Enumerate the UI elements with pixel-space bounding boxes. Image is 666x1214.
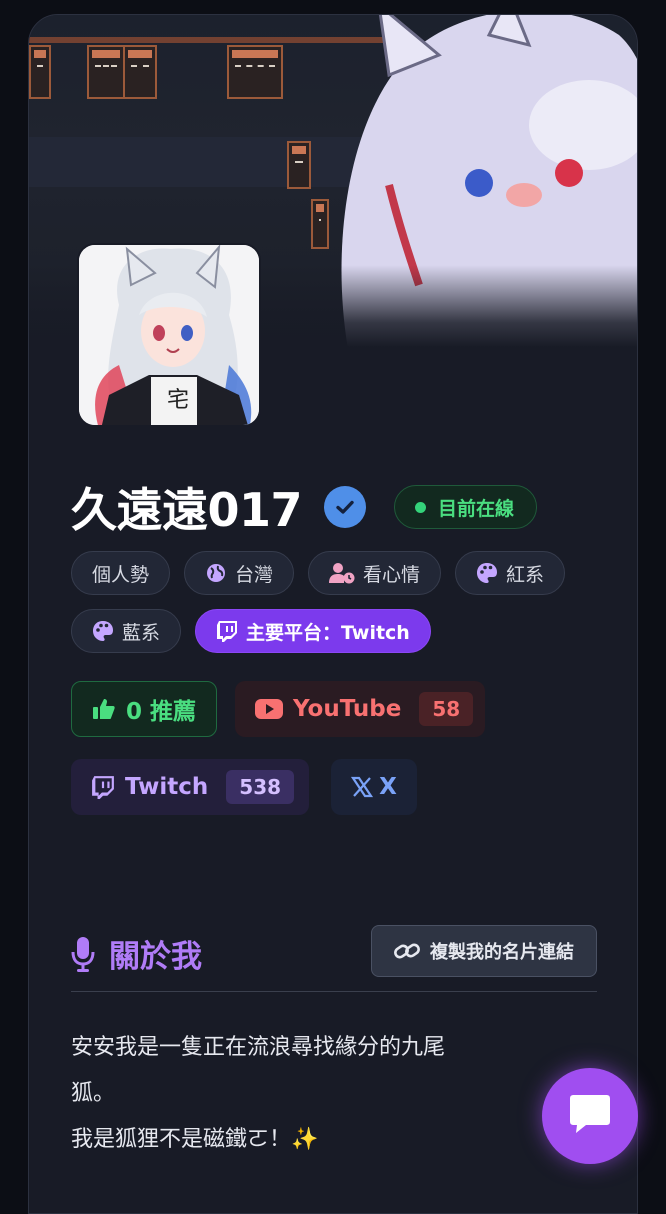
thumbs-up-icon — [92, 697, 116, 721]
avatar-illustration: 宅 — [79, 245, 259, 425]
bio-line: 安安我是一隻正在流浪尋找緣分的九尾 — [71, 1035, 446, 1060]
twitch-icon — [216, 620, 238, 642]
tag-label: 主要平台：Twitch — [246, 621, 410, 644]
social-row: Twitch 538 X — [71, 759, 417, 815]
name-row: 久遠遠017 目前在線 — [71, 477, 538, 537]
action-row: 0 推薦 YouTube 58 — [71, 681, 485, 737]
bio-line: 狐。 — [71, 1081, 116, 1106]
palette-icon — [92, 620, 114, 642]
twitch-follower-count: 538 — [226, 770, 295, 804]
tag-label: 紅系 — [506, 563, 545, 586]
online-status-badge: 目前在線 — [394, 485, 538, 529]
microphone-icon — [71, 936, 95, 972]
tag-indie: 個人勢 — [71, 551, 171, 595]
tag-label: 看心情 — [363, 563, 421, 586]
recommend-button[interactable]: 0 推薦 — [71, 681, 217, 737]
verified-badge-icon — [324, 486, 367, 528]
online-status-label: 目前在線 — [438, 497, 515, 520]
chat-bubble-icon — [568, 1093, 612, 1139]
svg-text:宅: 宅 — [167, 388, 189, 413]
copy-card-link-label: 複製我的名片連結 — [430, 942, 574, 963]
tag-label: 個人勢 — [92, 563, 150, 586]
profile-card: 宅 久遠遠017 目前在線 個人勢 台灣 看心情 紅系 藍系 主要平台：Twit… — [28, 14, 638, 1214]
tag-label: 藍系 — [122, 621, 161, 644]
link-icon — [394, 940, 420, 962]
tag-region: 台灣 — [184, 551, 295, 595]
tag-list: 個人勢 台灣 看心情 紅系 藍系 主要平台：Twitch — [71, 551, 611, 653]
display-name: 久遠遠017 — [71, 483, 303, 537]
tag-label: 台灣 — [235, 563, 274, 586]
section-divider — [71, 991, 597, 992]
tag-schedule: 看心情 — [308, 551, 442, 595]
online-dot-icon — [415, 501, 427, 513]
bio-line: 我是狐狸不是磁鐵ㄛ！✨ — [71, 1127, 319, 1152]
about-bio: 安安我是一隻正在流浪尋找緣分的九尾 狐。 我是狐狸不是磁鐵ㄛ！✨ — [71, 1025, 551, 1163]
twitch-label: Twitch — [125, 774, 209, 800]
youtube-label: YouTube — [293, 696, 402, 722]
youtube-icon — [255, 698, 283, 720]
tag-main-platform: 主要平台：Twitch — [195, 609, 431, 653]
recommend-label: 0 推薦 — [126, 699, 197, 725]
avatar: 宅 — [77, 243, 261, 427]
twitch-button[interactable]: Twitch 538 — [71, 759, 309, 815]
chat-button[interactable] — [542, 1068, 638, 1164]
twitch-icon — [91, 775, 115, 799]
tag-color-red: 紅系 — [455, 551, 566, 595]
youtube-button[interactable]: YouTube 58 — [235, 681, 485, 737]
palette-icon — [476, 562, 498, 584]
about-title-label: 關於我 — [109, 939, 202, 975]
x-label: X — [379, 774, 397, 800]
copy-card-link-button[interactable]: 複製我的名片連結 — [371, 925, 597, 977]
youtube-subscriber-count: 58 — [419, 692, 474, 726]
user-clock-icon — [329, 562, 355, 584]
x-logo-icon — [351, 776, 374, 798]
about-header: 關於我 複製我的名片連結 — [71, 925, 597, 991]
about-title: 關於我 — [71, 931, 202, 976]
globe-icon — [205, 562, 227, 584]
tag-color-blue: 藍系 — [71, 609, 182, 653]
x-button[interactable]: X — [331, 759, 417, 815]
